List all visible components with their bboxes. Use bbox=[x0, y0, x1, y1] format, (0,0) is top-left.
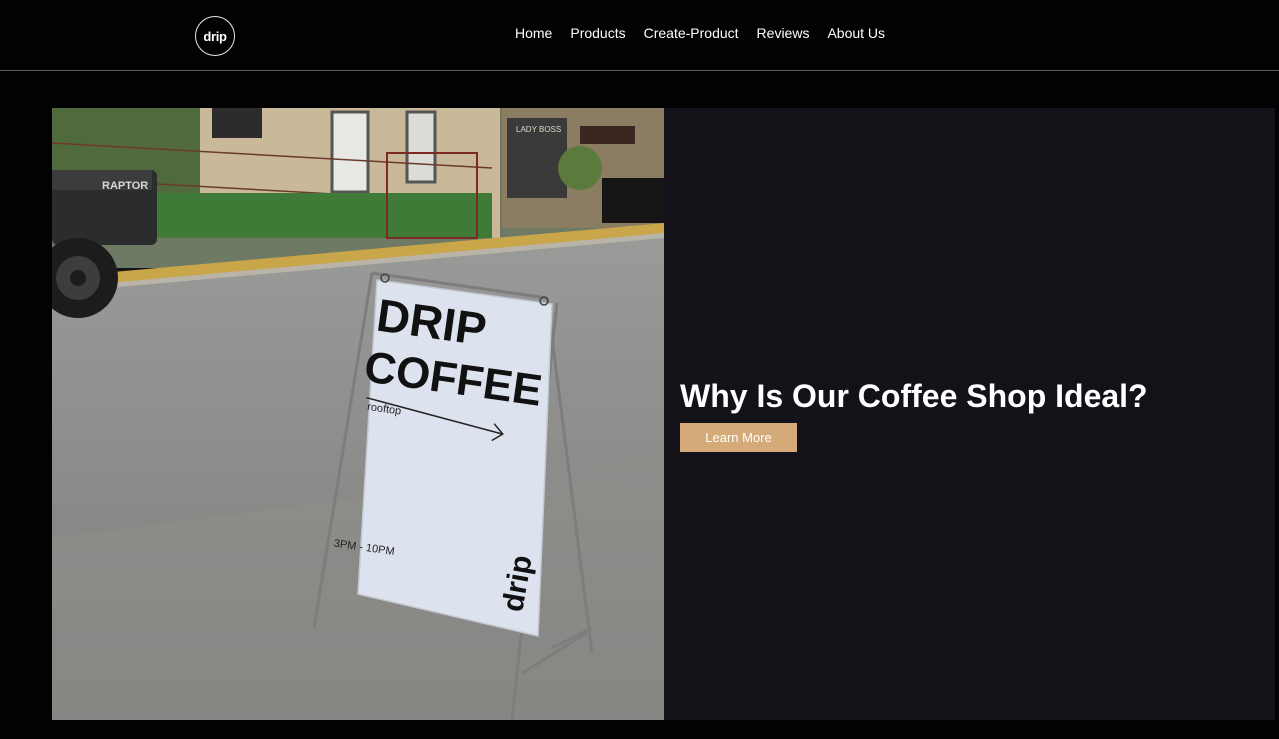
learn-more-button[interactable]: Learn More bbox=[680, 423, 797, 452]
nav-reviews[interactable]: Reviews bbox=[748, 25, 819, 42]
nav-products[interactable]: Products bbox=[561, 25, 634, 42]
hero-content: Why Is Our Coffee Shop Ideal? Learn More bbox=[664, 108, 1275, 720]
hero-title: Why Is Our Coffee Shop Ideal? bbox=[680, 378, 1148, 414]
truck-badge-text: RAPTOR bbox=[102, 180, 148, 192]
nav-about-us[interactable]: About Us bbox=[818, 25, 894, 42]
hero-photo: RAPTOR LADY BOSS DRIP COFFEE rooftop 3PM bbox=[52, 108, 664, 720]
nav-home[interactable]: Home bbox=[506, 25, 561, 42]
shop-sign-text: LADY BOSS bbox=[516, 125, 561, 134]
nav-create-product[interactable]: Create-Product bbox=[635, 25, 748, 42]
drip-logo[interactable]: drip bbox=[195, 16, 235, 56]
main-nav: Home Products Create-Product Reviews Abo… bbox=[506, 25, 894, 42]
hero-section: RAPTOR LADY BOSS DRIP COFFEE rooftop 3PM bbox=[52, 108, 1275, 720]
navbar: drip Home Products Create-Product Review… bbox=[0, 0, 1279, 71]
